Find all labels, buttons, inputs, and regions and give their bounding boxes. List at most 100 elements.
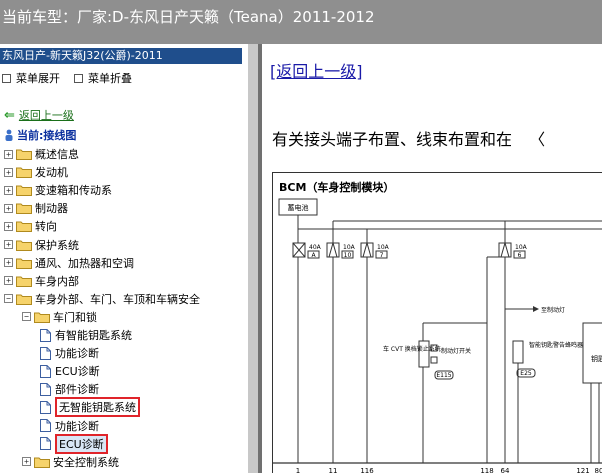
expand-icon[interactable]: + (4, 240, 13, 249)
fuse-amp-label: 40A (309, 244, 322, 251)
tree-folder-item[interactable]: + 概述信息 (4, 145, 79, 163)
tree-folder-item[interactable]: + 保护系统 (4, 236, 79, 254)
brake-switch-label: 制动灯开关 (441, 347, 471, 355)
expand-icon[interactable]: + (4, 258, 13, 268)
tree-item-label: 部件诊断 (55, 383, 99, 397)
tree-item-label: 无智能钥匙系统 (55, 397, 140, 418)
expand-icon[interactable]: + (4, 221, 13, 231)
tree-item-label: 通风、加热器和空调 (35, 256, 134, 270)
right-partial-label: 钥匙 (591, 354, 602, 363)
pin-label: 121 (576, 467, 589, 473)
wiring-diagram: BCM（车身控制模块） 蓄电池 40A A 10A 10 10A 7 10A 6… (272, 172, 602, 473)
tree-doc-item[interactable]: 部件诊断 (40, 380, 99, 398)
back-link-label: 返回上一级 (18, 109, 74, 122)
tree-folder-item[interactable]: + 通风、加热器和空调 (4, 254, 134, 272)
collapse-all-icon (74, 73, 83, 83)
fuse-amp-label: 10A (377, 244, 390, 251)
tree-item-label: 功能诊断 (55, 419, 99, 433)
brake-switch-code: E115 (436, 372, 451, 379)
expand-icon[interactable]: + (4, 185, 13, 195)
back-arrow-icon: ⇐ (4, 107, 15, 123)
folder-icon (16, 221, 32, 233)
document-icon (40, 346, 51, 360)
tree-item-label: 车门和锁 (53, 310, 97, 324)
content-back-link[interactable]: [返回上一级] (270, 58, 363, 82)
tree-folder-item[interactable]: + 发动机 (4, 163, 68, 181)
tree-item-label: ECU诊断 (55, 365, 100, 379)
pin-label: 1 (296, 467, 300, 473)
tree-doc-item[interactable]: 无智能钥匙系统 (40, 397, 140, 418)
tree-folder-item[interactable]: − 车身外部、车门、车顶和车辆安全 (4, 290, 200, 308)
pin-label: 64 (501, 467, 510, 473)
pane-splitter[interactable] (248, 44, 258, 473)
smart-key-buzzer: 智能钥匙警告蜂鸣器 E25 (512, 340, 583, 463)
battery-block: 蓄电池 (278, 198, 318, 216)
fuse-10a-7: 10A 7 (360, 241, 390, 259)
tree-item-label: 功能诊断 (55, 347, 99, 361)
tree-item-label: 概述信息 (35, 148, 79, 161)
content-description: 有关接头端子布置、线束布置和在 〈 (272, 126, 545, 150)
left-navigation-panel: 东风日产-新天籁J32(公爵)-2011 菜单展开 菜单折叠 ⇐ 返回上一级 当… (0, 44, 248, 473)
fuse-40a: 40A A (292, 242, 322, 259)
smart-key-label: 智能钥匙警告蜂鸣器 (529, 341, 583, 349)
collapse-all-button[interactable]: 菜单折叠 (74, 70, 132, 86)
tree-doc-item[interactable]: ECU诊断 (40, 433, 108, 454)
tree-doc-item[interactable]: 功能诊断 (40, 417, 99, 435)
tree-item-label: 车身外部、车门、车顶和车辆安全 (35, 292, 200, 306)
tree-folder-item[interactable]: + 变速箱和传动系 (4, 181, 112, 199)
tree-doc-item[interactable]: 有智能钥匙系统 (40, 326, 132, 344)
tree-item-label: 发动机 (35, 166, 68, 180)
tree-item-label: 保护系统 (35, 238, 79, 252)
collapse-icon[interactable]: − (22, 312, 31, 322)
tree-doc-item[interactable]: ECU诊断 (40, 362, 100, 380)
tree-folder-item[interactable]: + 车身内部 (4, 272, 79, 290)
collapse-all-label: 菜单折叠 (88, 72, 132, 85)
tree-folder-item[interactable]: + 转向 (4, 217, 57, 235)
collapse-icon[interactable]: − (4, 294, 13, 304)
expand-all-button[interactable]: 菜单展开 (2, 70, 60, 86)
document-icon (40, 382, 51, 396)
tree-item-label: ECU诊断 (55, 433, 108, 454)
tree-item-label: 有智能钥匙系统 (55, 329, 132, 342)
document-icon (40, 437, 51, 451)
tree-folder-item[interactable]: + 制动器 (4, 199, 68, 217)
tree-doc-item[interactable]: 功能诊断 (40, 344, 99, 362)
battery-label: 蓄电池 (288, 203, 309, 212)
wiring-diagram-svg: 蓄电池 40A A 10A 10 10A 7 10A 6 至制动灯 车 CVT … (273, 198, 602, 473)
folder-icon (34, 457, 50, 468)
fuse-num-label: 6 (518, 252, 522, 259)
document-icon (40, 419, 51, 432)
pin-label: 118 (480, 467, 493, 473)
tree-folder-item[interactable]: − 车门和锁 (22, 308, 97, 326)
tree-item-label: 转向 (35, 220, 57, 234)
chevron-left-icon: 〈 (529, 130, 546, 149)
expand-icon[interactable]: + (4, 203, 13, 213)
window-title-bar: 当前车型：厂家:D-东风日产天籁（Teana）2011-2012 (0, 0, 602, 44)
folder-open-icon (16, 294, 32, 305)
current-location-label: 当前:接线图 (17, 129, 77, 142)
document-icon (40, 328, 51, 342)
expand-icon[interactable]: + (4, 149, 13, 159)
person-icon (5, 129, 13, 141)
document-icon (40, 400, 51, 414)
content-back-link-label: [返回上一级] (270, 62, 363, 81)
expand-icon[interactable]: + (4, 276, 13, 286)
fuse-num-label: 10 (344, 252, 352, 259)
back-link[interactable]: ⇐ 返回上一级 (4, 107, 74, 123)
fuse-amp-label: 10A (515, 244, 528, 251)
folder-icon (16, 258, 32, 269)
right-partial-component: 钥匙 (582, 322, 602, 463)
cvt-lock-label: 车 CVT 换档锁止系统 (383, 345, 441, 353)
smart-key-code: E25 (520, 370, 532, 377)
tree-item-label: 车身内部 (35, 274, 79, 288)
fuse-amp-label: 10A (343, 244, 356, 251)
to-brake-light-label: 至制动灯 (541, 306, 565, 314)
expand-all-label: 菜单展开 (16, 72, 60, 85)
folder-icon (16, 240, 32, 251)
tree-folder-item[interactable]: + 安全控制系统 (22, 453, 119, 471)
expand-icon[interactable]: + (4, 167, 13, 177)
tree-item-label: 制动器 (35, 202, 68, 216)
content-panel: [返回上一级] 有关接头端子布置、线束布置和在 〈 BCM（车身控制模块） 蓄电… (262, 44, 602, 473)
current-location: 当前:接线图 (4, 127, 76, 143)
expand-icon[interactable]: + (22, 457, 31, 467)
